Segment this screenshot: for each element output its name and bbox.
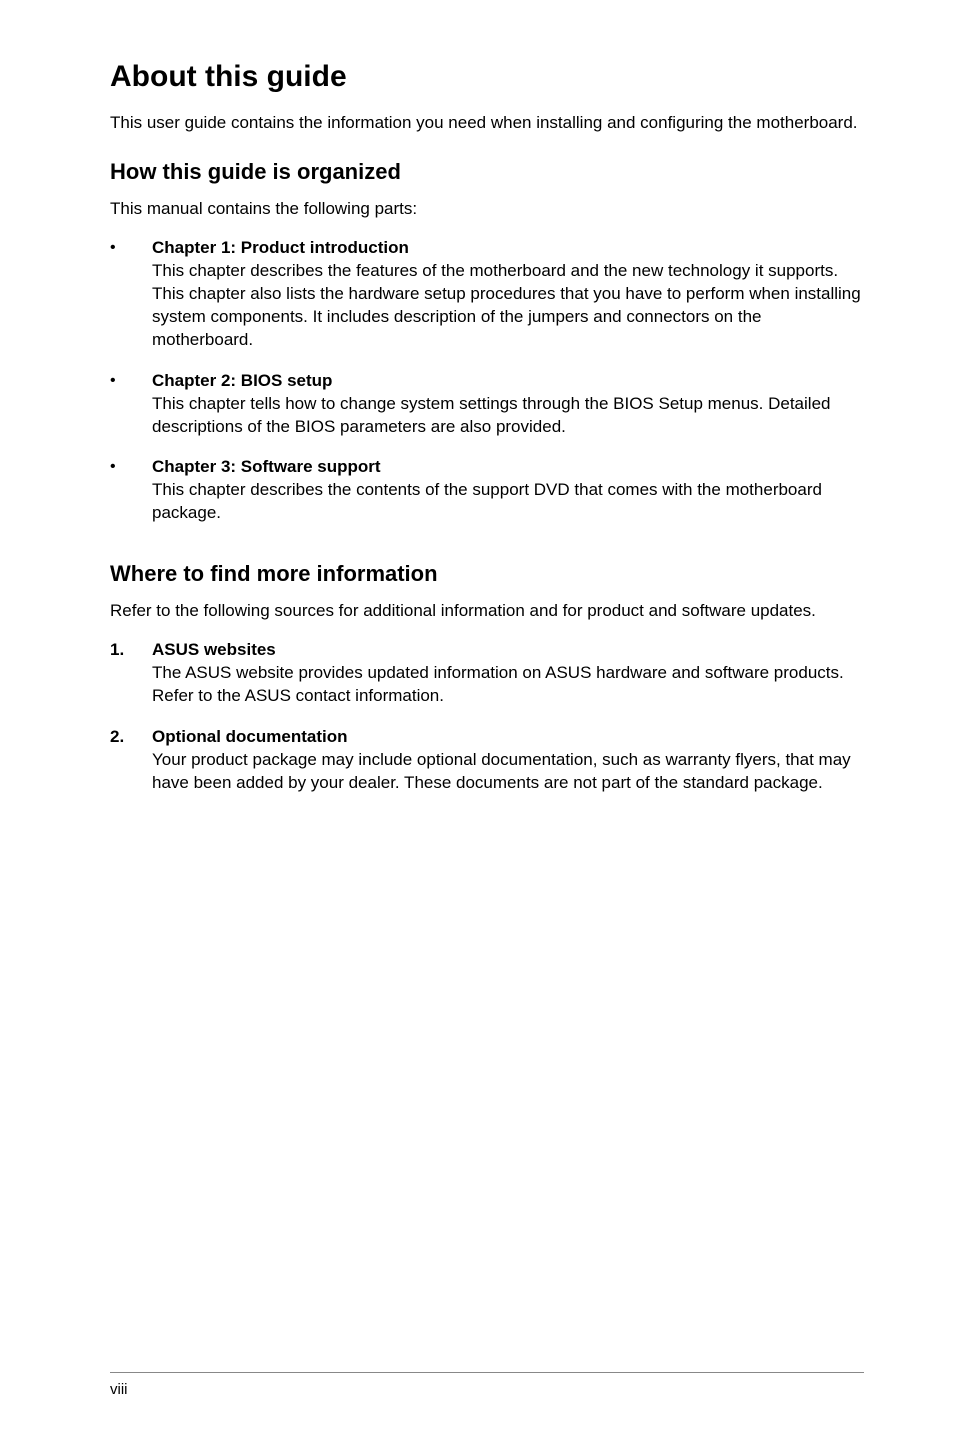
page-number: viii: [110, 1381, 128, 1398]
chapter-item: • Chapter 2: BIOS setup This chapter tel…: [110, 370, 864, 439]
section2-lead: Refer to the following sources for addit…: [110, 601, 864, 621]
numbered-item: 2. Optional documentation Your product p…: [110, 726, 864, 795]
page-footer: viii: [110, 1372, 864, 1398]
numbered-title: Optional documentation: [152, 726, 864, 749]
section-heading-moreinfo: Where to find more information: [110, 561, 864, 587]
numbered-item: 1. ASUS websites The ASUS website provid…: [110, 639, 864, 708]
bullet-marker: •: [110, 456, 152, 525]
numbered-text: Your product package may include optiona…: [152, 749, 864, 795]
numbered-title: ASUS websites: [152, 639, 864, 662]
bullet-marker: •: [110, 237, 152, 352]
chapter-text: This chapter tells how to change system …: [152, 393, 864, 439]
section1-lead: This manual contains the following parts…: [110, 199, 864, 219]
number-marker: 2.: [110, 726, 152, 795]
chapter-item: • Chapter 1: Product introduction This c…: [110, 237, 864, 352]
chapter-body: Chapter 1: Product introduction This cha…: [152, 237, 864, 352]
numbered-text: The ASUS website provides updated inform…: [152, 662, 864, 708]
chapter-item: • Chapter 3: Software support This chapt…: [110, 456, 864, 525]
chapter-title: Chapter 2: BIOS setup: [152, 370, 864, 393]
page-title: About this guide: [110, 60, 864, 94]
chapter-title: Chapter 1: Product introduction: [152, 237, 864, 260]
numbered-body: Optional documentation Your product pack…: [152, 726, 864, 795]
chapter-body: Chapter 3: Software support This chapter…: [152, 456, 864, 525]
chapter-title: Chapter 3: Software support: [152, 456, 864, 479]
numbered-body: ASUS websites The ASUS website provides …: [152, 639, 864, 708]
bullet-marker: •: [110, 370, 152, 439]
chapter-body: Chapter 2: BIOS setup This chapter tells…: [152, 370, 864, 439]
chapter-text: This chapter describes the contents of t…: [152, 479, 864, 525]
page-content: About this guide This user guide contain…: [110, 60, 864, 1372]
chapter-text: This chapter describes the features of t…: [152, 260, 864, 352]
intro-paragraph: This user guide contains the information…: [110, 112, 864, 135]
section-heading-organized: How this guide is organized: [110, 159, 864, 185]
number-marker: 1.: [110, 639, 152, 708]
